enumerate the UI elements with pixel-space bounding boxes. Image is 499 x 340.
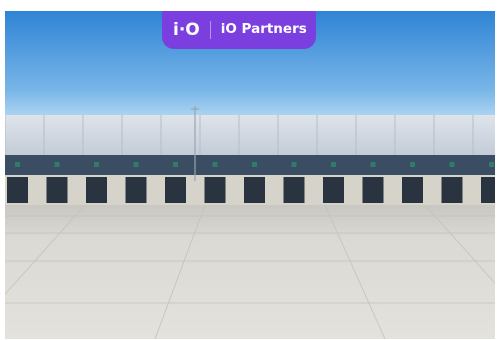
hero-image bbox=[5, 11, 495, 339]
dock-sign bbox=[410, 162, 415, 167]
dock-door bbox=[244, 177, 265, 203]
dock-sign bbox=[173, 162, 178, 167]
dock-door bbox=[125, 177, 147, 203]
dock-sign bbox=[133, 162, 139, 167]
building-band bbox=[5, 155, 495, 175]
dock-door bbox=[86, 177, 107, 203]
dock-sign bbox=[252, 162, 257, 167]
dock-door bbox=[323, 177, 344, 203]
brand-badge[interactable]: i·O iO Partners bbox=[162, 11, 316, 49]
dock-door bbox=[402, 177, 423, 203]
dock-sign bbox=[449, 162, 455, 167]
dock-door bbox=[165, 177, 186, 203]
dock-door bbox=[283, 177, 305, 203]
dock-sign bbox=[212, 162, 218, 167]
dock-door bbox=[204, 177, 226, 203]
dock-sign bbox=[331, 162, 336, 167]
dock-sign bbox=[15, 162, 20, 167]
dock-sign bbox=[54, 162, 60, 167]
dock-door bbox=[481, 177, 495, 203]
yard bbox=[5, 205, 495, 339]
dock-sign bbox=[370, 162, 376, 167]
dock-door bbox=[362, 177, 384, 203]
warehouse-photo bbox=[5, 11, 495, 339]
dock-sign bbox=[94, 162, 99, 167]
brand-name: iO Partners bbox=[220, 21, 307, 38]
brand-logo-icon: i·O bbox=[173, 19, 200, 40]
dock-sign bbox=[489, 162, 494, 167]
dock-door bbox=[7, 177, 28, 203]
building-cladding bbox=[5, 115, 495, 155]
dock-sign bbox=[291, 162, 297, 167]
brand-divider bbox=[209, 21, 211, 39]
dock-door bbox=[46, 177, 68, 203]
dock-door bbox=[441, 177, 463, 203]
